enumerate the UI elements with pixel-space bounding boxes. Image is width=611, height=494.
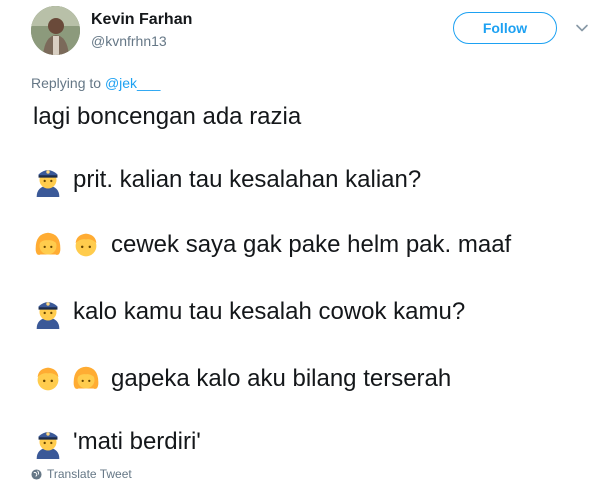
tweet-line: kalo kamu tau kesalah cowok kamu? xyxy=(31,295,465,329)
translate-tweet-label[interactable]: Translate Tweet xyxy=(47,467,132,481)
author-name[interactable]: Kevin Farhan xyxy=(91,11,192,29)
police-officer-emoji xyxy=(36,302,60,329)
replying-prefix: Replying to xyxy=(31,75,102,91)
police-officer-emoji xyxy=(36,170,60,197)
tweet-line: lagi boncengan ada razia xyxy=(31,103,301,131)
tweet-line-text: prit. kalian tau kesalahan kalian? xyxy=(73,166,422,193)
translate-tweet-link[interactable]: Translate Tweet xyxy=(31,467,132,481)
tweet-line-text: 'mati berdiri' xyxy=(73,428,201,455)
girl-emoji xyxy=(73,366,99,389)
girl-emoji xyxy=(35,232,61,255)
tweet-line: prit. kalian tau kesalahan kalian? xyxy=(31,163,421,197)
boy-emoji xyxy=(37,367,59,391)
author-handle[interactable]: @kvnfrhn13 xyxy=(91,33,167,49)
globe-icon xyxy=(31,468,42,480)
tweet-line-text: kalo kamu tau kesalah cowok kamu? xyxy=(73,298,466,325)
tweet-line: cewek saya gak pake helm pak. maaf xyxy=(31,228,511,262)
tweet-line: gapeka kalo aku bilang terserah xyxy=(31,362,451,396)
tweet-line: 'mati berdiri' xyxy=(31,425,201,459)
boy-emoji xyxy=(75,233,97,257)
reply-mention-link[interactable]: @jek___ xyxy=(105,75,160,91)
tweet-line-text: lagi boncengan ada razia xyxy=(33,103,302,130)
chevron-down-icon[interactable] xyxy=(574,20,590,36)
follow-button[interactable]: Follow xyxy=(453,12,557,44)
tweet-line-text: cewek saya gak pake helm pak. maaf xyxy=(111,231,512,258)
profile-photo xyxy=(31,6,80,55)
avatar[interactable] xyxy=(31,6,80,55)
tweet-line-text: gapeka kalo aku bilang terserah xyxy=(111,365,452,392)
replying-to: Replying to @jek___ xyxy=(31,75,160,91)
police-officer-emoji xyxy=(36,432,60,459)
